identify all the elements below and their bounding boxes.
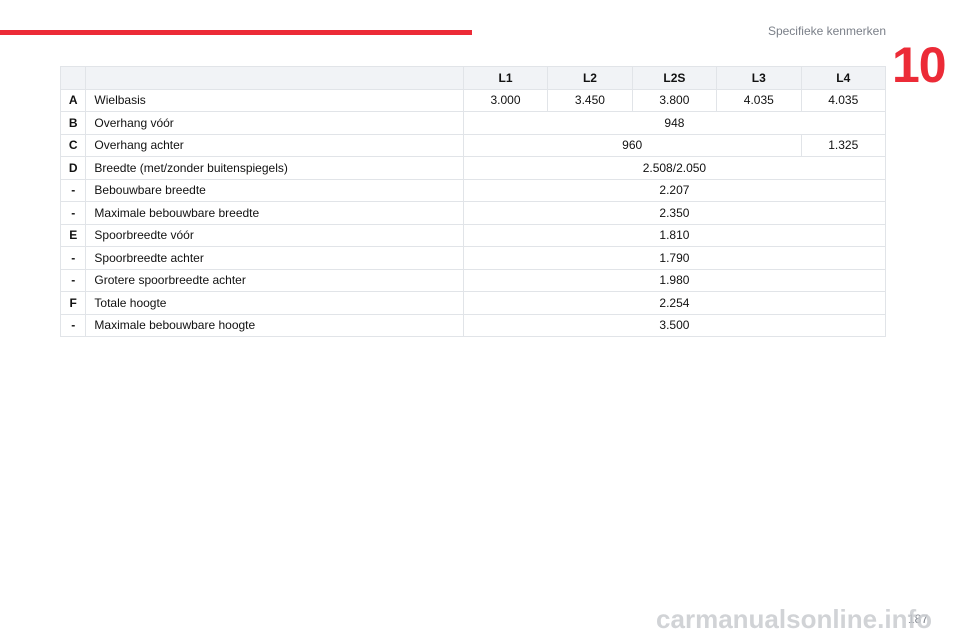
table-row: D Breedte (met/zonder buitenspiegels) 2.50… bbox=[59, 156, 887, 180]
column-header-l2s: L2S bbox=[631, 66, 718, 90]
row-letter: - bbox=[59, 268, 87, 292]
row-letter: F bbox=[59, 291, 87, 315]
table-row: C Overhang achter 960 1.325 bbox=[59, 133, 886, 157]
row-value: 1.325 bbox=[800, 133, 886, 157]
watermark: carmanualsonline.info bbox=[656, 604, 932, 634]
header-empty-cell bbox=[59, 66, 87, 90]
row-letter: D bbox=[59, 156, 87, 180]
row-letter: E bbox=[59, 223, 87, 247]
row-label: Grotere spoorbreedte achter bbox=[85, 268, 464, 292]
row-label: Overhang achter bbox=[85, 133, 464, 157]
row-label: Maximale bebouwbare hoogte bbox=[85, 313, 464, 337]
row-letter: - bbox=[59, 313, 87, 337]
row-letter: B bbox=[59, 111, 87, 135]
row-value: 1.810 bbox=[462, 223, 887, 247]
row-value: 960 bbox=[462, 133, 802, 157]
header-accent-bar bbox=[0, 30, 472, 35]
row-value: 3.500 bbox=[462, 313, 887, 337]
row-label: Wielbasis bbox=[85, 88, 464, 112]
row-value: 4.035 bbox=[716, 88, 802, 112]
row-label: Totale hoogte bbox=[85, 291, 464, 315]
row-value: 2.350 bbox=[462, 201, 887, 225]
table-row: - Grotere spoorbreedte achter 1.980 bbox=[59, 268, 887, 292]
header-empty-cell bbox=[85, 66, 464, 90]
row-letter: C bbox=[59, 133, 87, 157]
row-value: 3.800 bbox=[631, 88, 718, 112]
row-value: 1.980 bbox=[462, 268, 887, 292]
row-label: Spoorbreedte achter bbox=[85, 246, 464, 270]
row-letter: A bbox=[59, 88, 87, 112]
row-letter: - bbox=[59, 201, 87, 225]
column-header-l4: L4 bbox=[800, 66, 886, 90]
table-row: B Overhang vóór 948 bbox=[59, 111, 887, 135]
table-row: - Maximale bebouwbare hoogte 3.500 bbox=[59, 313, 887, 337]
table-row: F Totale hoogte 2.254 bbox=[59, 291, 887, 315]
table-row: E Spoorbreedte vóór 1.810 bbox=[59, 223, 887, 247]
row-value: 3.450 bbox=[547, 88, 633, 112]
row-letter: - bbox=[59, 178, 87, 202]
row-label: Maximale bebouwbare breedte bbox=[85, 201, 464, 225]
row-value: 2.508/2.050 bbox=[462, 156, 887, 180]
row-label: Breedte (met/zonder buitenspiegels) bbox=[85, 156, 464, 180]
table-row: - Maximale bebouwbare breedte 2.350 bbox=[59, 201, 887, 225]
row-value: 2.207 bbox=[462, 178, 887, 202]
row-label: Bebouwbare breedte bbox=[85, 178, 464, 202]
dimensions-table: L1 L2 L2S L3 L4 A Wielbasis 3.000 3.450 3.80… bbox=[59, 66, 887, 337]
chapter-number: 10 bbox=[892, 37, 947, 93]
column-header-l2: L2 bbox=[547, 66, 633, 90]
row-value: 1.790 bbox=[462, 246, 887, 270]
table-row: - Spoorbreedte achter 1.790 bbox=[59, 246, 887, 270]
table-header-row: L1 L2 L2S L3 L4 bbox=[59, 66, 886, 90]
table-row: A Wielbasis 3.000 3.450 3.800 4.035 4.035 bbox=[59, 88, 886, 112]
row-value: 4.035 bbox=[800, 88, 886, 112]
column-header-l3: L3 bbox=[716, 66, 802, 90]
row-label: Overhang vóór bbox=[85, 111, 464, 135]
table-row: - Bebouwbare breedte 2.207 bbox=[59, 178, 887, 202]
column-header-l1: L1 bbox=[462, 66, 549, 90]
row-value: 948 bbox=[462, 111, 887, 135]
row-value: 3.000 bbox=[462, 88, 549, 112]
row-label: Spoorbreedte vóór bbox=[85, 223, 464, 247]
row-value: 2.254 bbox=[462, 291, 887, 315]
row-letter: - bbox=[59, 246, 87, 270]
section-title: Specifieke kenmerken bbox=[767, 24, 886, 38]
